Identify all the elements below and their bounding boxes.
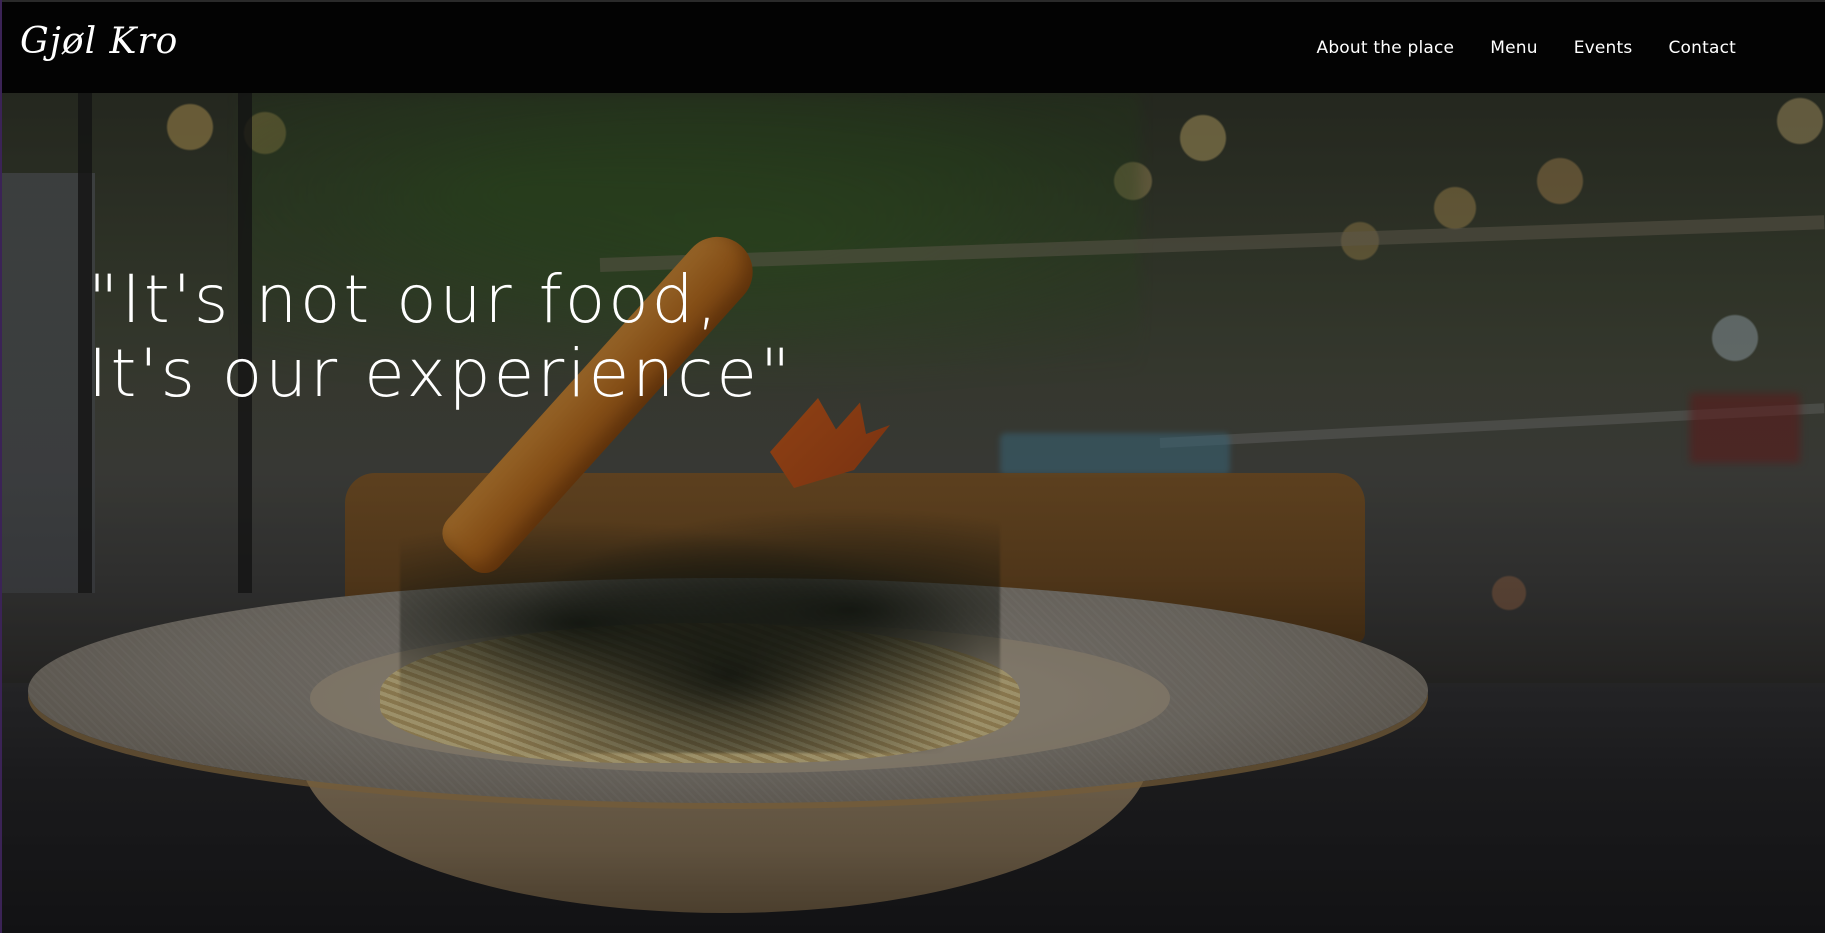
hero-dark-overlay <box>0 93 1825 933</box>
hero-section: "It's not our food, It's our experience" <box>0 93 1825 933</box>
window-edge <box>0 0 2 933</box>
hero-tagline-line-2: It's our experience" <box>88 335 794 412</box>
site-logo[interactable]: Gjøl Kro <box>20 24 178 60</box>
nav-link-menu[interactable]: Menu <box>1490 38 1537 58</box>
nav-link-events[interactable]: Events <box>1574 38 1633 58</box>
header-navbar: Gjøl Kro About the place Menu Events Con… <box>0 0 1825 93</box>
hero-tagline: "It's not our food, It's our experience" <box>88 263 793 411</box>
nav-link-about[interactable]: About the place <box>1316 38 1454 58</box>
page: Gjøl Kro About the place Menu Events Con… <box>0 0 1825 933</box>
hero-tagline-line-1: "It's not our food, <box>88 261 721 338</box>
main-nav: About the place Menu Events Contact <box>1316 38 1736 58</box>
nav-link-contact[interactable]: Contact <box>1668 38 1736 58</box>
